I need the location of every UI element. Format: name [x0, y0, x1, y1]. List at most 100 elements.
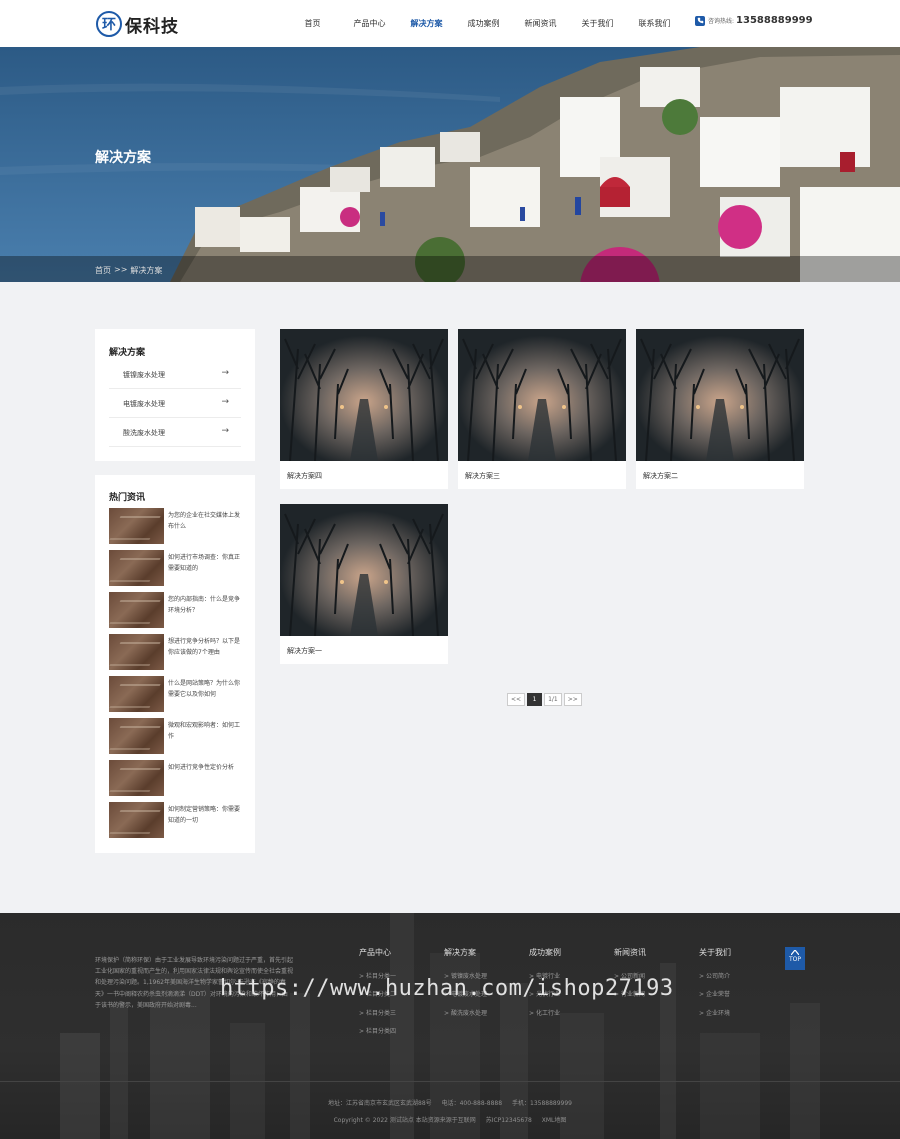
news-item[interactable]: 如何进行竞争性定价分析	[109, 760, 243, 796]
footer-contact-info: 地址：江苏省南京市玄武区玄武湖88号 电话：400-888-8888 手机：13…	[0, 1098, 900, 1107]
solution-card-image[interactable]	[280, 329, 448, 461]
news-thumbnail[interactable]	[109, 718, 164, 754]
news-thumbnail[interactable]	[109, 550, 164, 586]
footer-column-title[interactable]: 成功案例	[529, 947, 561, 958]
chevron-right-icon: >	[699, 973, 705, 980]
news-thumbnail[interactable]	[109, 634, 164, 670]
pagination: << 1 1/1 >>	[507, 693, 584, 706]
footer-link-label: 化工行业	[535, 1009, 560, 1017]
nav-news[interactable]: 新闻资讯	[512, 0, 569, 47]
copyright-text: Copyright © 2022 测试站点 本站资源来源于互联网	[333, 1117, 476, 1124]
solution-card-title[interactable]: 解决方案一	[287, 646, 322, 656]
solution-card[interactable]: 解决方案一	[280, 504, 448, 664]
sidebar-item-pickling[interactable]: 酸洗废水处理 →	[109, 418, 241, 447]
nav-cases[interactable]: 成功案例	[455, 0, 512, 47]
watermark-text: https://www.huzhan.com/ishop27193	[220, 976, 674, 1001]
nav-contact[interactable]: 联系我们	[626, 0, 683, 47]
footer-link[interactable]: > 栏目分类三	[359, 1005, 396, 1023]
footer-link[interactable]: > 酸洗废水处理	[444, 1005, 487, 1023]
back-to-top-label: TOP	[788, 956, 801, 963]
news-title[interactable]: 如何制定营销策略：你需要知道的一切	[168, 804, 242, 826]
footer-column-title[interactable]: 产品中心	[359, 947, 396, 958]
nav-products[interactable]: 产品中心	[341, 0, 398, 47]
pagination-next-button[interactable]: >>	[563, 693, 582, 706]
site-footer: 环境保护（简称环保）由于工业发展导致环境污染问题过于严重，首先引起工业化国家的重…	[0, 913, 900, 1139]
main-nav: 首页 产品中心 解决方案 成功案例 新闻资讯 关于我们 联系我们	[284, 0, 683, 47]
nav-solutions[interactable]: 解决方案	[398, 0, 455, 47]
solution-card-title[interactable]: 解决方案四	[287, 471, 322, 481]
news-title[interactable]: 如何进行竞争性定价分析	[168, 762, 242, 773]
footer-link-label: 酸洗废水处理	[450, 1009, 487, 1017]
hotline-label: 咨询热线:	[708, 18, 735, 25]
news-title[interactable]: 为您的企业在社交媒体上发布什么	[168, 510, 242, 532]
footer-mobile: 手机：13588889999	[512, 1100, 572, 1107]
solution-card-title[interactable]: 解决方案二	[643, 471, 678, 481]
hotline-number: 13588889999	[736, 15, 813, 26]
back-to-top-button[interactable]: TOP	[785, 947, 805, 970]
footer-column-title[interactable]: 解决方案	[444, 947, 487, 958]
footer-link[interactable]: > 栏目分类四	[359, 1023, 396, 1041]
nav-home[interactable]: 首页	[284, 0, 341, 47]
footer-column-title[interactable]: 关于我们	[699, 947, 731, 958]
footer-column-about: 关于我们 > 公司简介 > 企业荣誉 > 企业环境	[699, 947, 731, 1023]
footer-link-label: 栏目分类四	[365, 1028, 396, 1036]
chevron-right-icon: >	[529, 1009, 535, 1017]
logo-text: 保科技	[125, 16, 179, 37]
breadcrumb-home[interactable]: 首页	[95, 265, 111, 276]
chevron-right-icon: >	[359, 1009, 365, 1017]
news-thumbnail[interactable]	[109, 802, 164, 838]
solution-card-image[interactable]	[458, 329, 626, 461]
footer-column-title[interactable]: 新闻资讯	[614, 947, 646, 958]
footer-link[interactable]: > 公司简介	[699, 968, 731, 986]
news-title[interactable]: 微观和宏观影响者：如何工作	[168, 720, 242, 742]
news-item[interactable]: 如何进行市场调查：你真正需要知道的	[109, 550, 243, 586]
sitemap-link[interactable]: XML地图	[542, 1117, 567, 1124]
news-item[interactable]: 什么是网站策略？为什么你需要它以及你如何	[109, 676, 243, 712]
footer-divider	[0, 1081, 900, 1082]
chevron-right-icon: >	[359, 1028, 365, 1036]
news-title[interactable]: 想进行竞争分析吗？以下是你应该做的7个理由	[168, 636, 242, 658]
news-thumbnail[interactable]	[109, 508, 164, 544]
arrow-right-icon: →	[221, 397, 229, 407]
solution-card-image[interactable]	[280, 504, 448, 636]
news-thumbnail[interactable]	[109, 760, 164, 796]
page-banner: 解决方案 首页 >> 解决方案	[0, 47, 900, 282]
site-logo[interactable]: 环 保科技	[96, 10, 179, 38]
breadcrumb: 首页 >> 解决方案	[95, 265, 165, 276]
news-thumbnail[interactable]	[109, 676, 164, 712]
breadcrumb-current[interactable]: 解决方案	[130, 265, 162, 276]
news-item[interactable]: 想进行竞争分析吗？以下是你应该做的7个理由	[109, 634, 243, 670]
phone-icon	[695, 15, 705, 26]
footer-copyright: Copyright © 2022 测试站点 本站资源来源于互联网 苏ICP123…	[0, 1115, 900, 1124]
sidebar-categories-title: 解决方案	[109, 348, 146, 358]
nav-about[interactable]: 关于我们	[569, 0, 626, 47]
sidebar-item-nickel[interactable]: 镀镍废水处理 →	[109, 360, 241, 389]
solution-card[interactable]: 解决方案三	[458, 329, 626, 489]
sidebar-news-title: 热门资讯	[109, 493, 146, 503]
pagination-prev-button[interactable]: <<	[507, 693, 526, 706]
news-title[interactable]: 如何进行市场调查：你真正需要知道的	[168, 552, 242, 574]
footer-link[interactable]: > 企业荣誉	[699, 986, 731, 1004]
solution-card[interactable]: 解决方案二	[636, 329, 804, 489]
pagination-total: 1/1	[544, 693, 562, 706]
sidebar-item-label: 酸洗废水处理	[123, 429, 165, 437]
icp-link[interactable]: 苏ICP12345678	[486, 1117, 532, 1124]
arrow-right-icon: →	[221, 426, 229, 436]
banner-title: 解决方案	[95, 150, 151, 166]
footer-link[interactable]: > 化工行业	[529, 1005, 561, 1023]
news-item[interactable]: 微观和宏观影响者：如何工作	[109, 718, 243, 754]
pagination-page-1[interactable]: 1	[527, 693, 543, 706]
news-title[interactable]: 您的内部指南：什么是竞争环境分析？	[168, 594, 242, 616]
sidebar-item-plating[interactable]: 电镀废水处理 →	[109, 389, 241, 418]
news-thumbnail[interactable]	[109, 592, 164, 628]
news-item[interactable]: 如何制定营销策略：你需要知道的一切	[109, 802, 243, 838]
news-title[interactable]: 什么是网站策略？为什么你需要它以及你如何	[168, 678, 242, 700]
sidebar-item-label: 镀镍废水处理	[123, 371, 165, 379]
solution-card[interactable]: 解决方案四	[280, 329, 448, 489]
footer-tel: 电话：400-888-8888	[441, 1100, 503, 1107]
footer-link[interactable]: > 企业环境	[699, 1005, 731, 1023]
solution-card-image[interactable]	[636, 329, 804, 461]
solution-card-title[interactable]: 解决方案三	[465, 471, 500, 481]
news-item[interactable]: 为您的企业在社交媒体上发布什么	[109, 508, 243, 544]
news-item[interactable]: 您的内部指南：什么是竞争环境分析？	[109, 592, 243, 628]
